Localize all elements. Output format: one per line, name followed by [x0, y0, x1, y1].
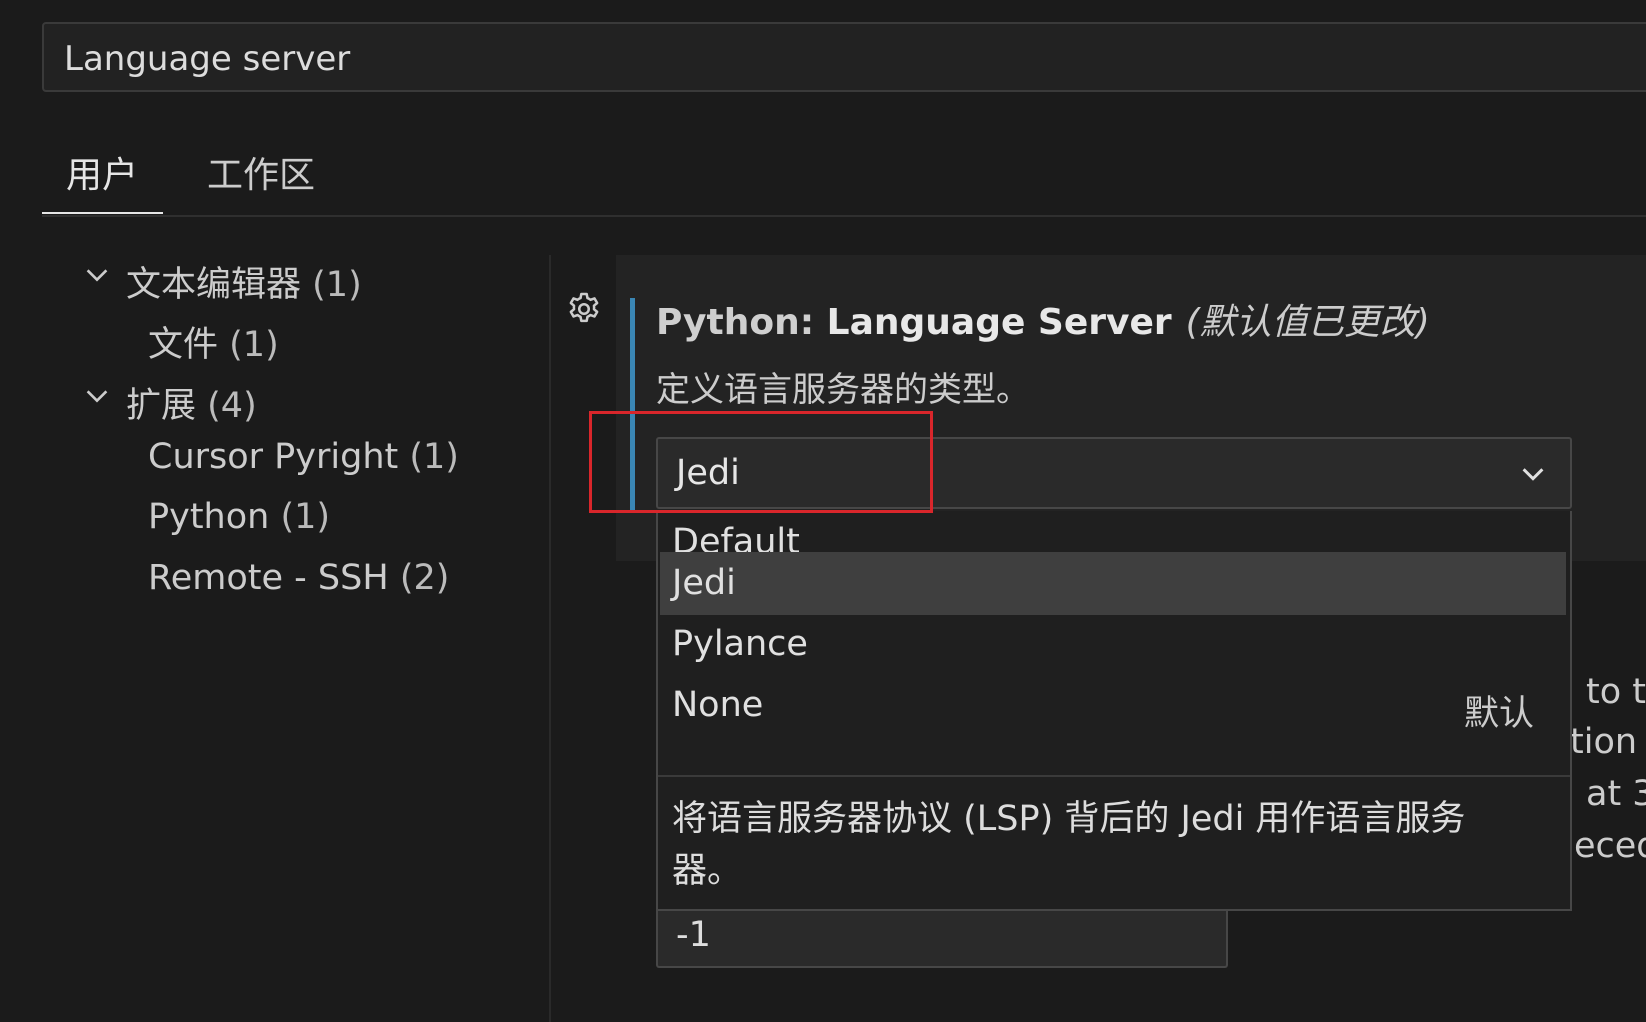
toc-group-count: (1) — [312, 265, 362, 305]
toc-item-count: (1) — [409, 437, 459, 477]
settings-search-input[interactable] — [62, 36, 1566, 82]
option-label: None — [672, 685, 764, 725]
toc-item-files[interactable]: 文件 (1) — [148, 316, 279, 367]
option-jedi[interactable]: Jedi — [660, 552, 1566, 615]
chevron-down-icon — [86, 269, 108, 282]
number-input-field[interactable] — [674, 910, 1178, 960]
toc-item-python[interactable]: Python (1) — [148, 497, 330, 537]
background-text-fragment: at 3 — [1586, 774, 1646, 814]
toc-item-label: Cursor Pyright — [148, 437, 399, 477]
background-text-fragment: tion — [1570, 722, 1638, 762]
toc-group-label: 文本编辑器 — [126, 265, 302, 305]
toc-item-label: 文件 — [148, 325, 219, 365]
toc-group-count: (4) — [207, 386, 257, 426]
option-label: Jedi — [672, 563, 736, 603]
toc-group-extensions[interactable]: 扩展 (4) — [86, 377, 257, 428]
setting-name: Language Server — [826, 302, 1172, 343]
toc-divider — [549, 255, 551, 1022]
select-dropdown-list: Default Jedi Pylance None 默认 将语言服务器协议 (L… — [656, 511, 1572, 911]
option-pylance[interactable]: Pylance — [660, 613, 1566, 676]
toc-item-count: (2) — [399, 558, 450, 598]
toc-item-label: Python — [148, 497, 270, 537]
toc-item-count: (1) — [280, 497, 331, 537]
settings-tabs: 用户 工作区 — [42, 140, 1646, 216]
setting-description: 定义语言服务器的类型。 — [656, 370, 1030, 410]
toc-group-text-editor[interactable]: 文本编辑器 (1) — [86, 256, 362, 307]
toc-item-count: (1) — [229, 325, 279, 365]
settings-search-box[interactable] — [42, 22, 1646, 92]
toc-item-cursor-pyright[interactable]: Cursor Pyright (1) — [148, 437, 459, 477]
setting-modified-label: (默认值已更改) — [1185, 302, 1430, 343]
setting-modified-indicator — [630, 298, 635, 510]
chevron-down-icon — [1522, 468, 1544, 481]
language-server-select[interactable]: Jedi — [656, 437, 1572, 509]
tab-user[interactable]: 用户 — [42, 140, 163, 214]
option-label: Pylance — [672, 624, 808, 664]
number-setting-input[interactable] — [656, 904, 1228, 968]
gear-icon[interactable] — [565, 290, 603, 328]
toc-item-label: Remote - SSH — [148, 558, 389, 598]
select-current-value: Jedi — [676, 453, 740, 493]
tab-workspace[interactable]: 工作区 — [183, 140, 339, 214]
setting-category: Python: — [656, 302, 827, 343]
chevron-down-icon — [86, 390, 108, 403]
background-text-fragment: eced — [1574, 826, 1646, 866]
toc-group-label: 扩展 — [126, 386, 197, 426]
option-description: 将语言服务器协议 (LSP) 背后的 Jedi 用作语言服务器。 — [672, 799, 1466, 891]
tabs-divider — [42, 215, 1646, 217]
dropdown-divider — [658, 775, 1570, 777]
toc-item-remote-ssh[interactable]: Remote - SSH (2) — [148, 558, 449, 598]
option-none[interactable]: None 默认 — [660, 674, 1566, 737]
setting-title: Python: Language Server (默认值已更改) — [656, 293, 1430, 345]
background-text-fragment: to t — [1586, 672, 1646, 712]
option-default-tag: 默认 — [1463, 694, 1534, 734]
settings-page: 用户 工作区 文本编辑器 (1) 文件 (1) 扩展 (4) Cursor Py… — [0, 0, 1646, 1022]
